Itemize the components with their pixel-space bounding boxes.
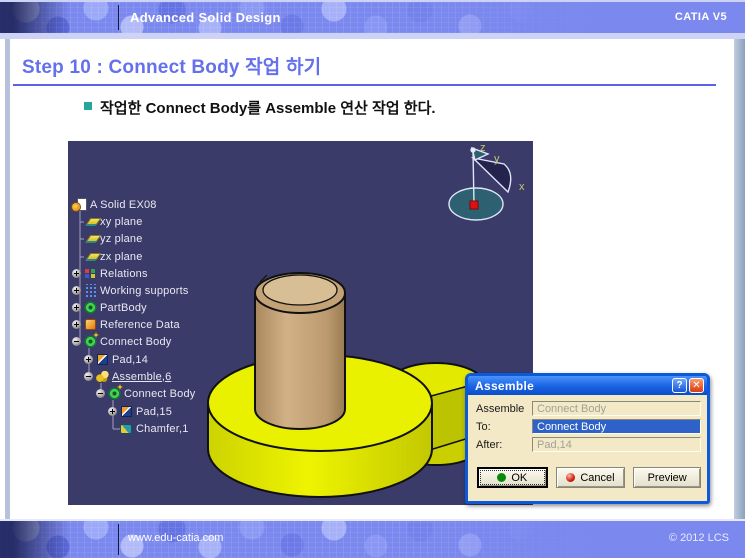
- footer-divider-line: [118, 524, 119, 555]
- compass-y-label: y: [494, 153, 500, 165]
- dialog-buttons: OK Cancel Preview: [476, 467, 701, 488]
- catia-brand-label: CATIA V5: [675, 2, 727, 33]
- tree-item-yz-plane[interactable]: yz plane: [84, 231, 143, 246]
- pad-icon: [120, 405, 133, 418]
- assemble-field-label: Assemble: [476, 403, 532, 415]
- plane-icon: [84, 250, 97, 263]
- header-divider-line: [118, 5, 119, 30]
- reference-data-icon: [84, 318, 97, 331]
- field-row-assemble: Assemble Connect Body: [476, 401, 701, 416]
- expand-icon[interactable]: [72, 286, 81, 295]
- part-document-icon: [74, 198, 87, 211]
- course-title: Advanced Solid Design: [130, 2, 281, 33]
- relations-icon: [84, 267, 97, 280]
- tree-item-connect-body-2[interactable]: Connect Body: [96, 386, 196, 401]
- compass-origin-handle[interactable]: [470, 201, 478, 209]
- tree-item-pad15[interactable]: Pad,15: [108, 404, 172, 419]
- tree-item-assemble6[interactable]: Assemble,6: [84, 369, 171, 384]
- ok-green-dot-icon: [497, 473, 506, 482]
- ok-button[interactable]: OK: [477, 467, 548, 488]
- help-icon[interactable]: ?: [672, 378, 687, 393]
- connect-body-icon: [108, 387, 121, 400]
- dialog-title: Assemble: [475, 379, 670, 393]
- assemble-field: Connect Body: [532, 401, 701, 416]
- footer-decoration: [0, 521, 620, 558]
- tree-item-zx-plane[interactable]: zx plane: [84, 249, 143, 264]
- field-row-to: To: Connect Body: [476, 419, 701, 434]
- title-underline: [13, 84, 716, 86]
- dialog-body: Assemble Connect Body To: Connect Body A…: [468, 395, 707, 488]
- compass-z-label: z: [480, 142, 486, 154]
- plane-icon: [84, 215, 97, 228]
- chamfer-icon: [120, 422, 133, 435]
- tree-item-connect-body[interactable]: Connect Body: [72, 334, 172, 349]
- tree-item-reference-data[interactable]: Reference Data: [72, 317, 180, 332]
- expand-icon[interactable]: [72, 303, 81, 312]
- catia-viewport: z y x A Solid EX08 xy plane yz plane zx …: [68, 141, 533, 505]
- header-underline-strip: [0, 33, 745, 39]
- slide-right-border: [734, 39, 745, 519]
- connect-body-icon: [84, 335, 97, 348]
- plane-icon: [84, 232, 97, 245]
- collapse-icon[interactable]: [84, 372, 93, 381]
- tree-item-working-supports[interactable]: Working supports: [72, 283, 189, 298]
- assemble-operation-icon: [96, 370, 109, 383]
- slide-left-border: [5, 39, 10, 519]
- expand-icon[interactable]: [84, 355, 93, 364]
- footer-bar: www.edu-catia.com © 2012 LCS: [0, 519, 745, 558]
- field-row-after: After: Pad,14: [476, 437, 701, 452]
- tree-item-partbody[interactable]: PartBody: [72, 300, 147, 315]
- compass-icon: z y x: [449, 142, 525, 220]
- tree-item-root[interactable]: A Solid EX08: [74, 197, 157, 212]
- slide-page: Advanced Solid Design CATIA V5 Step 10 :…: [0, 0, 745, 558]
- page-title: Step 10 : Connect Body 작업 하기: [22, 52, 321, 79]
- collapse-icon[interactable]: [72, 337, 81, 346]
- header-bar: Advanced Solid Design CATIA V5: [0, 2, 745, 33]
- copyright-label: © 2012 LCS: [669, 521, 729, 558]
- expand-icon[interactable]: [108, 407, 117, 416]
- solid-model: [208, 273, 486, 497]
- expand-icon[interactable]: [72, 269, 81, 278]
- assemble-dialog: Assemble ? ✕ Assemble Connect Body To: C…: [465, 373, 710, 504]
- cancel-red-dot-icon: [566, 473, 575, 482]
- to-field-label: To:: [476, 421, 532, 433]
- after-field-label: After:: [476, 439, 532, 451]
- pad-icon: [96, 353, 109, 366]
- tree-item-xy-plane[interactable]: xy plane: [84, 214, 143, 229]
- preview-button[interactable]: Preview: [633, 467, 701, 488]
- compass-x-label: x: [519, 181, 525, 193]
- bullet-text: 작업한 Connect Body를 Assemble 연산 작업 한다.: [100, 97, 436, 118]
- after-field: Pad,14: [532, 437, 701, 452]
- bullet-square-icon: [84, 102, 92, 110]
- tree-item-relations[interactable]: Relations: [72, 266, 148, 281]
- close-icon[interactable]: ✕: [689, 378, 704, 393]
- website-link[interactable]: www.edu-catia.com: [128, 521, 223, 558]
- header-decoration: [0, 2, 620, 33]
- collapse-icon[interactable]: [96, 389, 105, 398]
- to-field[interactable]: Connect Body: [532, 419, 701, 434]
- cancel-button[interactable]: Cancel: [556, 467, 626, 488]
- dialog-titlebar[interactable]: Assemble ? ✕: [468, 376, 707, 395]
- working-supports-icon: [84, 284, 97, 297]
- bullet-item: 작업한 Connect Body를 Assemble 연산 작업 한다.: [84, 97, 436, 118]
- body-icon: [84, 301, 97, 314]
- tree-item-chamfer1[interactable]: Chamfer,1: [120, 421, 189, 436]
- expand-icon[interactable]: [72, 320, 81, 329]
- tree-item-pad14[interactable]: Pad,14: [84, 352, 148, 367]
